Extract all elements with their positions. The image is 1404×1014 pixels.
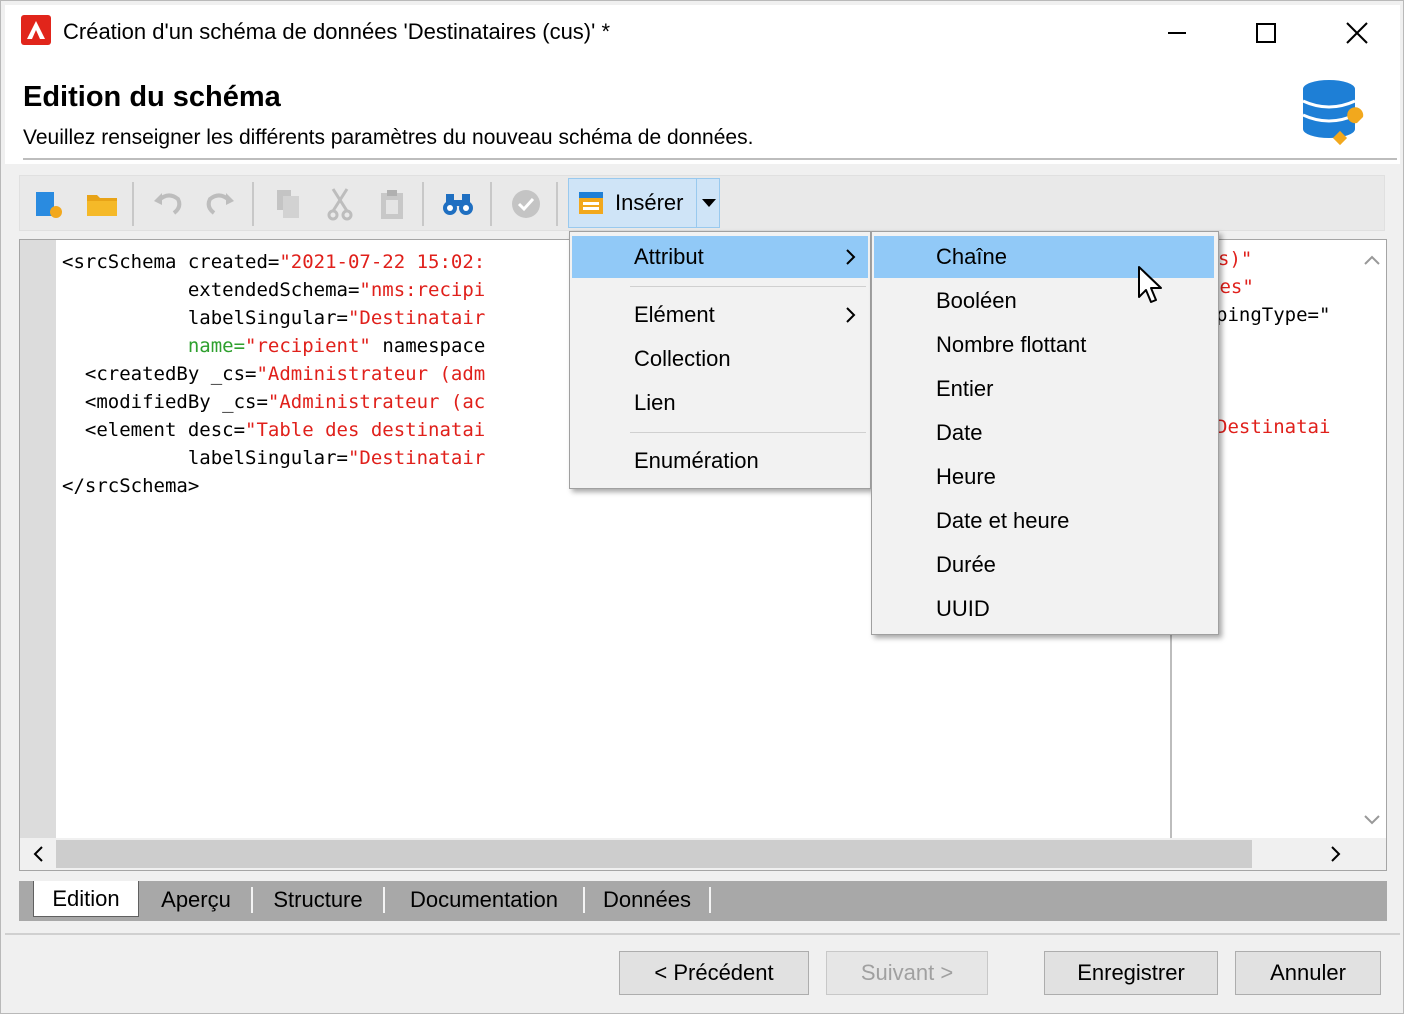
menu-item-lien[interactable]: Lien xyxy=(572,382,868,424)
redo-button[interactable] xyxy=(200,184,240,224)
mouse-cursor-icon xyxy=(1138,266,1162,303)
scissors-icon xyxy=(327,188,353,221)
editor-gutter xyxy=(20,240,56,838)
save-button[interactable]: Enregistrer xyxy=(1044,951,1218,995)
scroll-down-icon xyxy=(1364,815,1380,825)
page-subtitle: Veuillez renseigner les différents param… xyxy=(23,126,754,149)
copy-icon xyxy=(277,190,299,218)
horizontal-scrollbar[interactable] xyxy=(20,838,1386,870)
menu-item-element[interactable]: Elément xyxy=(572,294,868,336)
title-bar: Création d'un schéma de données 'Destina… xyxy=(5,5,1400,61)
insert-menu: Attribut Elément Collection Lien Enuméra… xyxy=(569,231,871,489)
menu-item-enumeration[interactable]: Enumération xyxy=(572,440,868,482)
scroll-right-icon xyxy=(1331,846,1341,862)
copy-button[interactable] xyxy=(268,184,308,224)
view-tabs: Edition Aperçu Structure Documentation D… xyxy=(19,881,1387,921)
cancel-button[interactable]: Annuler xyxy=(1235,951,1381,995)
binoculars-icon xyxy=(443,194,473,215)
adobe-app-icon xyxy=(21,15,51,45)
xml-code[interactable]: <srcSchema created="2021-07-22 15:02: ex… xyxy=(62,248,485,500)
editor-toolbar: Insérer xyxy=(19,175,1385,231)
insert-icon xyxy=(579,192,603,214)
database-wrench-icon xyxy=(1301,79,1369,151)
check-button[interactable] xyxy=(506,184,546,224)
menu-item-collection[interactable]: Collection xyxy=(572,338,868,380)
vertical-scrollbar[interactable] xyxy=(1358,240,1386,838)
window-title: Création d'un schéma de données 'Destina… xyxy=(63,19,611,44)
redo-icon xyxy=(206,193,234,215)
tab-structure[interactable]: Structure xyxy=(257,881,379,919)
tab-apercu[interactable]: Aperçu xyxy=(145,881,247,919)
chevron-right-icon xyxy=(846,249,856,265)
folder-icon xyxy=(87,195,117,216)
scroll-up-icon xyxy=(1364,255,1380,265)
page-title: Edition du schéma xyxy=(23,81,281,113)
minimize-button[interactable] xyxy=(1149,11,1205,55)
new-schema-button[interactable] xyxy=(28,184,68,224)
tab-donnees[interactable]: Données xyxy=(589,881,705,919)
footer-divider xyxy=(5,933,1400,935)
chevron-right-icon xyxy=(846,307,856,323)
submenu-item-nombre-flottant[interactable]: Nombre flottant xyxy=(874,324,1214,366)
dropdown-arrow-icon xyxy=(701,199,716,207)
menu-item-attribut[interactable]: Attribut xyxy=(572,236,868,278)
wizard-header: Edition du schéma Veuillez renseigner le… xyxy=(5,61,1400,164)
undo-icon xyxy=(154,193,182,215)
submenu-item-duree[interactable]: Durée xyxy=(874,544,1214,586)
tab-edition[interactable]: Edition xyxy=(33,881,139,917)
open-button[interactable] xyxy=(82,184,122,224)
submenu-item-heure[interactable]: Heure xyxy=(874,456,1214,498)
close-icon xyxy=(1346,22,1368,44)
attribute-submenu: Chaîne Booléen Nombre flottant Entier Da… xyxy=(871,231,1219,635)
dialog-window: Création d'un schéma de données 'Destina… xyxy=(0,0,1404,1014)
submenu-item-date-et-heure[interactable]: Date et heure xyxy=(874,500,1214,542)
next-button[interactable]: Suivant > xyxy=(826,951,988,995)
new-document-icon xyxy=(36,192,62,218)
submenu-item-entier[interactable]: Entier xyxy=(874,368,1214,410)
paste-button[interactable] xyxy=(372,184,412,224)
submenu-item-date[interactable]: Date xyxy=(874,412,1214,454)
cut-button[interactable] xyxy=(320,184,360,224)
previous-button[interactable]: < Précédent xyxy=(619,951,809,995)
find-button[interactable] xyxy=(438,184,478,224)
checkmark-circle-icon xyxy=(512,190,540,218)
horizontal-scroll-thumb[interactable] xyxy=(56,840,1252,868)
tab-documentation[interactable]: Documentation xyxy=(389,881,579,919)
maximize-button[interactable] xyxy=(1238,11,1294,55)
undo-button[interactable] xyxy=(148,184,188,224)
scroll-left-icon xyxy=(33,846,43,862)
clipboard-icon xyxy=(381,190,403,219)
close-button[interactable] xyxy=(1329,11,1385,55)
header-divider xyxy=(23,158,1397,160)
submenu-item-uuid[interactable]: UUID xyxy=(874,588,1214,630)
insert-label: Insérer xyxy=(615,190,684,215)
insert-dropdown-button[interactable] xyxy=(696,178,720,228)
